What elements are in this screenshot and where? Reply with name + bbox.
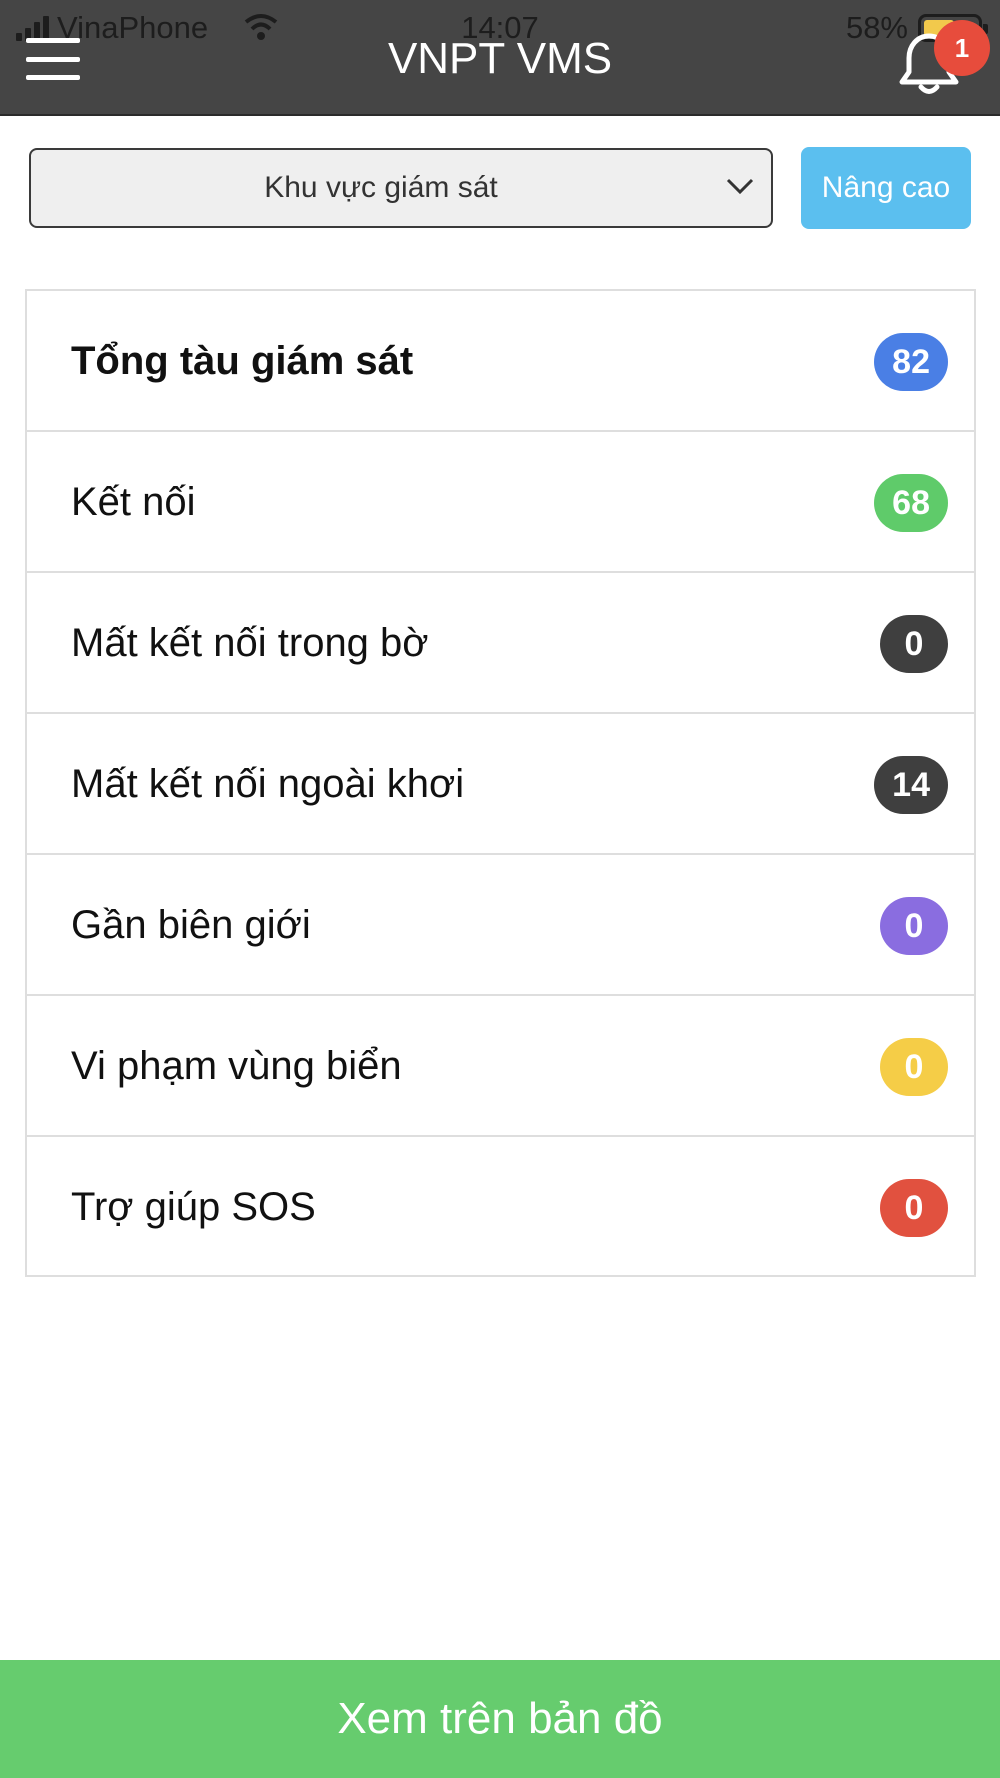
stat-row-disconnected-onshore[interactable]: Mất kết nối trong bờ 0 (27, 573, 974, 714)
hamburger-menu-icon[interactable] (26, 38, 80, 80)
stat-row-sos[interactable]: Trợ giúp SOS 0 (27, 1137, 974, 1278)
view-on-map-button[interactable]: Xem trên bản đồ (0, 1660, 1000, 1778)
count-badge: 0 (880, 897, 948, 955)
app-screen: VinaPhone 14:07 58% VNPT VMS 1 Khu vực g… (0, 0, 1000, 1778)
count-badge: 14 (874, 756, 948, 814)
chevron-down-icon (726, 178, 754, 195)
count-badge: 82 (874, 333, 948, 391)
top-bar: VinaPhone 14:07 58% VNPT VMS 1 (0, 0, 1000, 116)
app-title: VNPT VMS (387, 34, 613, 83)
count-badge: 0 (880, 1179, 948, 1237)
stat-row-sea-violation[interactable]: Vi phạm vùng biển 0 (27, 996, 974, 1137)
stat-row-disconnected-offshore[interactable]: Mất kết nối ngoài khơi 14 (27, 714, 974, 855)
stat-label: Trợ giúp SOS (71, 1185, 316, 1229)
count-badge: 0 (880, 1038, 948, 1096)
advanced-button[interactable]: Nâng cao (801, 147, 971, 229)
stat-label: Gần biên giới (71, 903, 311, 947)
stat-label: Tổng tàu giám sát (71, 339, 414, 383)
count-badge: 68 (874, 474, 948, 532)
area-select[interactable]: Khu vực giám sát (29, 148, 773, 228)
stat-label: Kết nối (71, 480, 196, 524)
stats-list: Tổng tàu giám sát 82 Kết nối 68 Mất kết … (25, 289, 976, 1277)
stat-row-total[interactable]: Tổng tàu giám sát 82 (27, 291, 974, 432)
stat-label: Vi phạm vùng biển (71, 1044, 402, 1088)
stat-label: Mất kết nối ngoài khơi (71, 762, 465, 806)
count-badge: 0 (880, 615, 948, 673)
notification-badge[interactable]: 1 (934, 20, 990, 76)
area-select-value: Khu vực giám sát (264, 171, 498, 204)
stat-row-connected[interactable]: Kết nối 68 (27, 432, 974, 573)
stat-label: Mất kết nối trong bờ (71, 621, 429, 665)
stat-row-near-border[interactable]: Gần biên giới 0 (27, 855, 974, 996)
